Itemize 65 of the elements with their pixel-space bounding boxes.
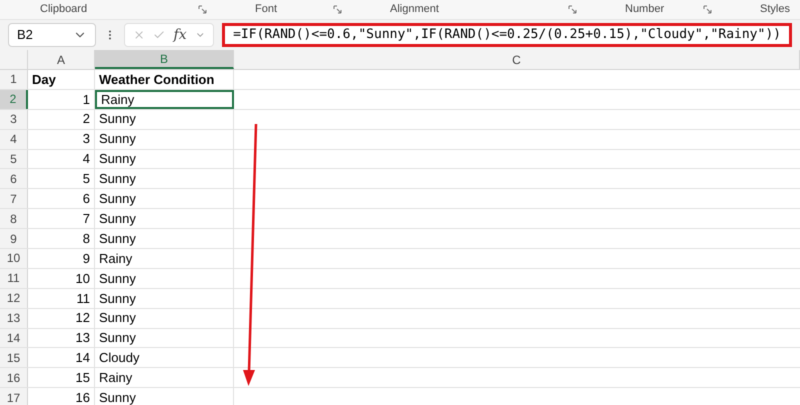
row-header[interactable]: 7 xyxy=(0,189,28,208)
table-cell: 14 xyxy=(28,348,95,368)
table-cell: 9 xyxy=(28,249,95,268)
ribbon-group-label: Clipboard xyxy=(40,2,88,18)
table-cell: 15 xyxy=(28,368,95,388)
table-cell: Sunny xyxy=(95,110,234,129)
table-cell: 7 xyxy=(28,209,95,228)
row-header[interactable]: 10 xyxy=(0,249,28,268)
table-cell: 3 xyxy=(28,130,95,149)
row-header[interactable]: 12 xyxy=(0,288,28,308)
ribbon-group-label: Alignment xyxy=(390,2,439,18)
row-header[interactable]: 8 xyxy=(0,209,28,228)
row-header[interactable]: 13 xyxy=(0,308,28,328)
row-header[interactable]: 2 xyxy=(0,90,28,109)
row-header[interactable]: 17 xyxy=(0,388,28,405)
ribbon-group-label: Number xyxy=(625,2,664,18)
table-cell: 5 xyxy=(28,169,95,188)
row-header[interactable]: 4 xyxy=(0,130,28,149)
table-cell: Cloudy xyxy=(95,348,234,368)
table-cell: Sunny xyxy=(95,130,234,149)
row-header[interactable]: 11 xyxy=(0,268,28,288)
row-header[interactable]: 9 xyxy=(0,229,28,248)
table-cell: Sunny xyxy=(95,169,234,188)
row-header[interactable]: 14 xyxy=(0,328,28,348)
table-cell: Rainy xyxy=(95,368,234,388)
table-cell: 4 xyxy=(28,150,95,168)
dialog-launcher-icon[interactable] xyxy=(703,5,712,14)
table-cell: 10 xyxy=(28,268,95,288)
insert-function-button[interactable]: fx xyxy=(174,24,187,46)
table-cell: Sunny xyxy=(95,388,234,405)
row-header[interactable]: 1 xyxy=(0,70,28,89)
table-cell: Weather Condition xyxy=(95,70,234,89)
table-cell: Sunny xyxy=(95,229,234,248)
table-cell: Sunny xyxy=(95,288,234,308)
ribbon-group-label: Styles xyxy=(760,2,790,18)
table-cell: 1 xyxy=(28,90,95,109)
table-cell: Rainy xyxy=(95,249,234,268)
name-box[interactable]: B2 xyxy=(8,23,96,47)
table-cell: 6 xyxy=(28,189,95,208)
table-cell: 8 xyxy=(28,229,95,248)
dialog-launcher-icon[interactable] xyxy=(333,5,342,14)
table-cell: 11 xyxy=(28,288,95,308)
row-header[interactable]: 6 xyxy=(0,169,28,188)
table-cell: 13 xyxy=(28,328,95,348)
column-header[interactable]: B xyxy=(95,50,234,69)
table-cell: 12 xyxy=(28,308,95,328)
row-header[interactable]: 16 xyxy=(0,368,28,388)
table-cell: Sunny xyxy=(95,308,234,328)
table-cell: Sunny xyxy=(95,209,234,228)
table-cell: Sunny xyxy=(95,150,234,168)
table-cell: Rainy xyxy=(95,90,234,109)
table-cell: 16 xyxy=(28,388,95,405)
table-cell: Sunny xyxy=(95,189,234,208)
row-header[interactable]: 3 xyxy=(0,110,28,129)
table-cell: Day xyxy=(28,70,95,89)
ribbon-group-label: Font xyxy=(255,2,278,18)
column-header[interactable]: C xyxy=(234,50,800,69)
table-cell: Sunny xyxy=(95,268,234,288)
row-header[interactable]: 15 xyxy=(0,348,28,368)
table-cell: Sunny xyxy=(95,328,234,348)
table-cell: 2 xyxy=(28,110,95,129)
row-header[interactable]: 5 xyxy=(0,150,28,168)
dialog-launcher-icon[interactable] xyxy=(198,5,207,14)
dialog-launcher-icon[interactable] xyxy=(568,5,577,14)
formula-field[interactable]: =IF(RAND()<=0.6,"Sunny",IF(RAND()<=0.25/(0.25+0.15),"Cloudy","Rainy")) xyxy=(222,23,792,47)
